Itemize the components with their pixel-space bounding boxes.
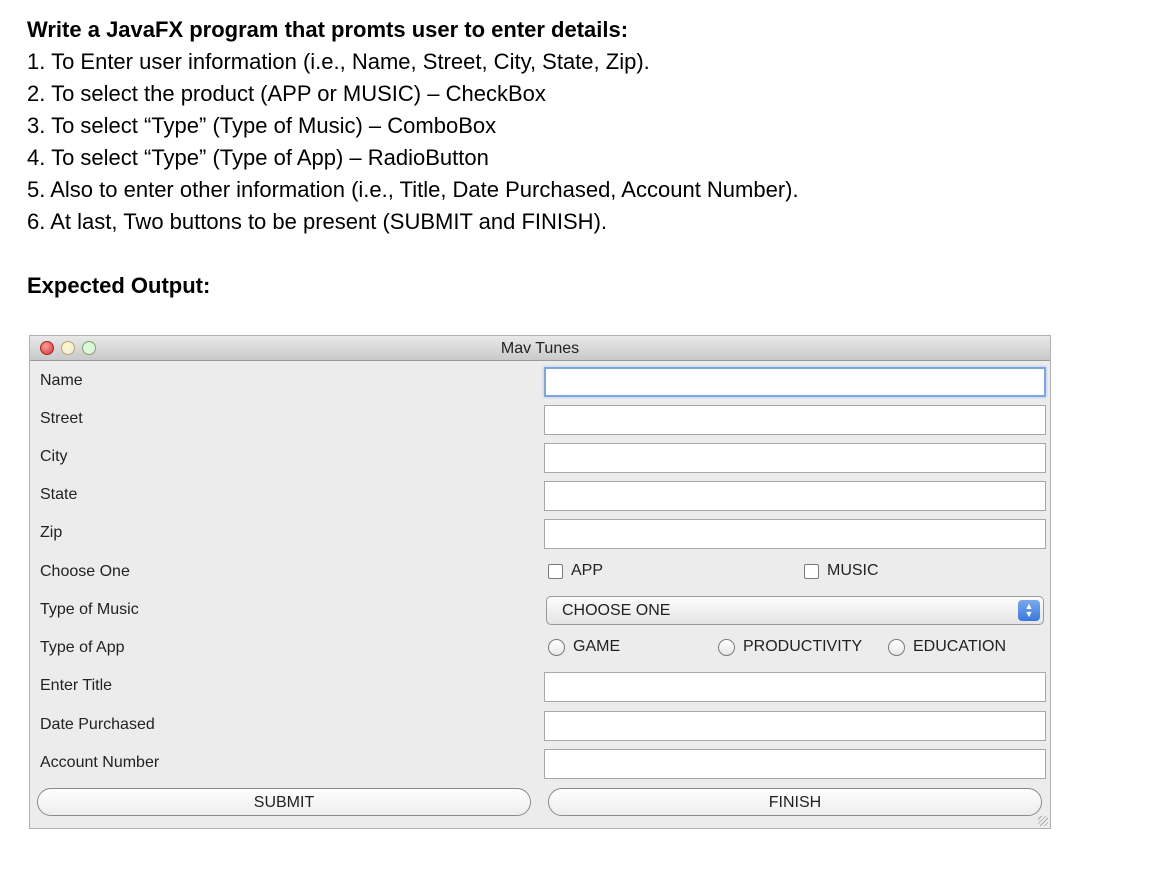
- education-radio-label: EDUCATION: [913, 638, 1007, 655]
- instruction-item: 3. To select “Type” (Type of Music) – Co…: [27, 113, 497, 138]
- window-titlebar[interactable]: Mav Tunes: [30, 336, 1050, 361]
- submit-button[interactable]: SUBMIT: [37, 788, 531, 816]
- updown-arrows-icon: ▲ ▼: [1018, 600, 1040, 621]
- instructions-heading: Write a JavaFX program that promts user …: [27, 17, 629, 42]
- app-checkbox[interactable]: APP: [548, 562, 603, 580]
- instructions: Write a JavaFX program that promts user …: [27, 14, 1127, 238]
- date-purchased-row: Date Purchased: [30, 707, 1050, 745]
- radio-icon: [718, 638, 735, 656]
- education-radio[interactable]: EDUCATION: [888, 638, 1006, 656]
- choose-one-label: Choose One: [40, 563, 130, 580]
- mav-tunes-window: Mav Tunes Name Street City State Zip Cho…: [29, 335, 1051, 829]
- app-checkbox-label: APP: [571, 562, 604, 579]
- music-type-combobox[interactable]: CHOOSE ONE ▲ ▼: [546, 596, 1044, 625]
- productivity-radio[interactable]: PRODUCTIVITY: [718, 638, 862, 656]
- zip-row: Zip: [30, 515, 1050, 553]
- state-label: State: [40, 486, 78, 503]
- music-checkbox[interactable]: MUSIC: [804, 562, 879, 580]
- name-field[interactable]: [544, 367, 1046, 397]
- checkbox-icon: [548, 563, 563, 579]
- account-number-row: Account Number: [30, 745, 1050, 783]
- type-of-app-row: Type of App GAME PRODUCTIVITY EDUCATION: [30, 630, 1050, 668]
- music-checkbox-label: MUSIC: [827, 562, 879, 579]
- street-field[interactable]: [544, 405, 1046, 435]
- title-field[interactable]: [544, 672, 1046, 702]
- instruction-item: 6. At last, Two buttons to be present (S…: [27, 209, 608, 234]
- account-number-label: Account Number: [40, 754, 160, 771]
- productivity-radio-label: PRODUCTIVITY: [743, 638, 863, 655]
- name-label: Name: [40, 372, 83, 389]
- street-label: Street: [40, 410, 83, 427]
- date-purchased-field[interactable]: [544, 711, 1046, 741]
- finish-button[interactable]: FINISH: [548, 788, 1042, 816]
- zip-label: Zip: [40, 524, 63, 541]
- type-of-music-label: Type of Music: [40, 601, 139, 618]
- instruction-item: 4. To select “Type” (Type of App) – Radi…: [27, 145, 489, 170]
- name-row: Name: [30, 363, 1050, 401]
- city-label: City: [40, 448, 68, 465]
- street-row: Street: [30, 401, 1050, 439]
- city-row: City: [30, 439, 1050, 477]
- expected-output-heading: Expected Output:: [27, 273, 211, 298]
- radio-icon: [548, 638, 565, 656]
- state-field[interactable]: [544, 481, 1046, 511]
- choose-one-row: Choose One APP MUSIC: [30, 554, 1050, 592]
- window-title: Mav Tunes: [500, 340, 580, 357]
- state-row: State: [30, 477, 1050, 515]
- checkbox-icon: [804, 563, 819, 579]
- type-of-app-label: Type of App: [40, 639, 125, 656]
- instruction-item: 5. Also to enter other information (i.e.…: [27, 177, 799, 202]
- combobox-value: CHOOSE ONE: [562, 602, 671, 619]
- game-radio[interactable]: GAME: [548, 638, 620, 656]
- resize-grip-icon[interactable]: [1038, 816, 1048, 826]
- type-of-music-row: Type of Music CHOOSE ONE ▲ ▼: [30, 592, 1050, 630]
- city-field[interactable]: [544, 443, 1046, 473]
- title-label: Enter Title: [40, 677, 113, 694]
- radio-icon: [888, 638, 905, 656]
- account-number-field[interactable]: [544, 749, 1046, 779]
- title-row: Enter Title: [30, 668, 1050, 706]
- date-purchased-label: Date Purchased: [40, 716, 155, 733]
- instruction-item: 1. To Enter user information (i.e., Name…: [27, 49, 650, 74]
- zip-field[interactable]: [544, 519, 1046, 549]
- instruction-item: 2. To select the product (APP or MUSIC) …: [27, 81, 546, 106]
- game-radio-label: GAME: [573, 638, 621, 655]
